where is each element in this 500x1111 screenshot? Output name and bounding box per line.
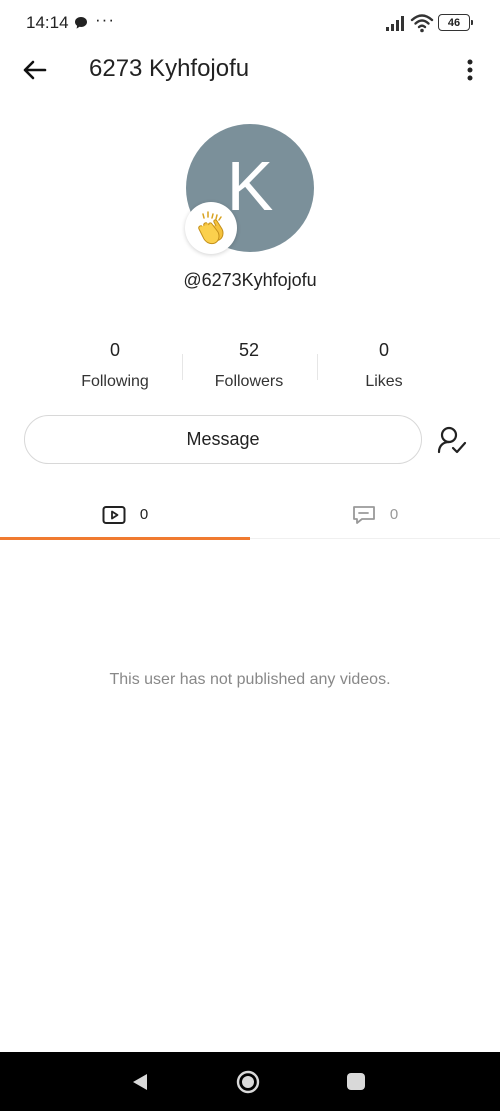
following-count: 0 [109, 340, 120, 360]
comment-icon [352, 505, 375, 524]
more-notifications-icon: ··· [95, 10, 115, 29]
stat-likes[interactable]: 0 Likes [317, 340, 451, 391]
avatar-initial: K [226, 147, 274, 225]
nav-recents-icon[interactable] [347, 1073, 365, 1090]
clapping-hands-badge-icon [185, 202, 237, 254]
stat-following[interactable]: 0 Following [48, 340, 182, 391]
stat-followers[interactable]: 52 Followers [182, 340, 316, 391]
status-time: 14:14 [26, 13, 69, 32]
nav-back-icon[interactable] [130, 1072, 150, 1092]
likes-count: 0 [378, 340, 389, 360]
content-tabs: 0 0 [0, 490, 500, 540]
following-label: Following [81, 373, 149, 390]
chat-notification-icon [75, 17, 87, 29]
video-icon [102, 505, 126, 524]
followers-label: Followers [214, 373, 284, 390]
battery-level: 46 [447, 16, 461, 29]
user-handle: @6273Kyhfojofu [183, 270, 317, 290]
message-button[interactable]: Message [24, 415, 422, 464]
comments-count: 0 [389, 506, 399, 523]
clapping-hands-icon [198, 211, 224, 245]
active-tab-indicator [0, 537, 250, 540]
likes-label: Likes [365, 373, 403, 390]
system-nav-bar [0, 1052, 500, 1111]
empty-state-message: This user has not published any videos. [109, 671, 391, 688]
back-arrow-icon[interactable] [20, 55, 50, 85]
follow-user-check-icon[interactable] [436, 424, 468, 456]
tab-videos[interactable]: 0 [0, 490, 250, 540]
nav-home-icon[interactable] [236, 1070, 260, 1094]
tab-comments[interactable]: 0 [250, 490, 500, 539]
followers-count: 52 [238, 340, 260, 360]
page-title: 6273 Kyhfojofu [89, 55, 250, 82]
more-options-icon[interactable] [458, 56, 482, 84]
app-header: 6273 Kyhfojofu [0, 46, 500, 94]
signal-icon [386, 16, 404, 31]
battery-icon: 46 [438, 14, 473, 31]
wifi-icon [410, 14, 434, 33]
videos-count: 0 [139, 506, 149, 523]
status-bar: 14:14 ··· 46 [0, 0, 500, 46]
